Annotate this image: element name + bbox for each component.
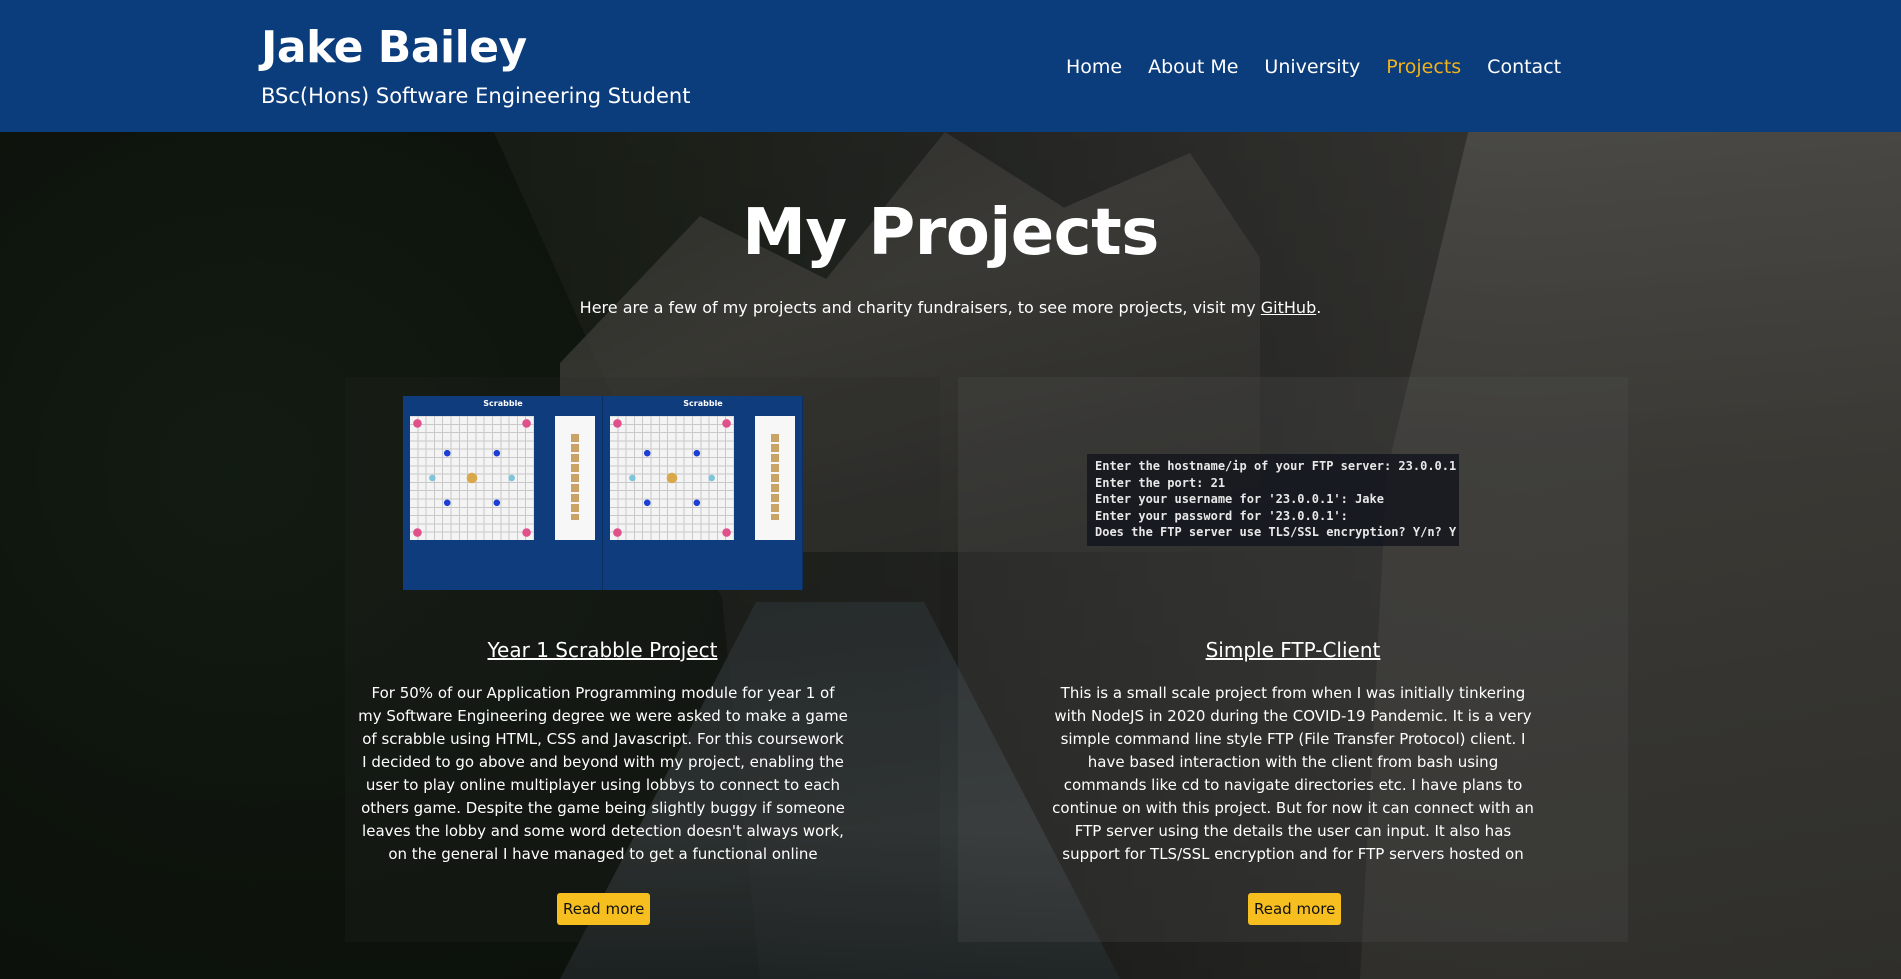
scrabble-screen-1: Scrabble — [403, 396, 603, 590]
nav-home[interactable]: Home — [1066, 56, 1122, 78]
terminal-line: Does the FTP server use TLS/SSL encrypti… — [1095, 525, 1457, 539]
project-title-ftp[interactable]: Simple FTP-Client — [1038, 638, 1548, 662]
nav-contact[interactable]: Contact — [1487, 56, 1561, 78]
scrabble-rack — [555, 416, 595, 540]
scrabble-screen-label: Scrabble — [483, 399, 523, 408]
project-description-scrabble: For 50% of our Application Programming m… — [358, 684, 848, 863]
scrabble-screen-label: Scrabble — [683, 399, 723, 408]
site-subtitle: BSc(Hons) Software Engineering Student — [261, 84, 691, 108]
terminal-line: Enter your username for '23.0.0.1': Jake — [1095, 492, 1384, 506]
terminal-line: Enter the hostname/ip of your FTP server… — [1095, 459, 1457, 473]
scrabble-board — [410, 416, 534, 540]
read-more-button-ftp[interactable]: Read more — [1248, 893, 1342, 925]
scrabble-board — [610, 416, 734, 540]
nav-university[interactable]: University — [1264, 56, 1360, 78]
project-description-ftp: This is a small scale project from when … — [1052, 684, 1534, 863]
scrabble-rack — [755, 416, 795, 540]
read-more-button-scrabble[interactable]: Read more — [557, 893, 651, 925]
intro-text-end: . — [1316, 298, 1322, 317]
nav-projects[interactable]: Projects — [1386, 56, 1461, 78]
intro-text: Here are a few of my projects and charit… — [0, 298, 1901, 317]
site-title: Jake Bailey — [261, 22, 527, 73]
terminal-line: Enter your password for '23.0.0.1': — [1095, 508, 1348, 523]
page-title: My Projects — [742, 196, 1159, 270]
project-title-scrabble[interactable]: Year 1 Scrabble Project — [345, 638, 860, 662]
nav-about-me[interactable]: About Me — [1148, 56, 1238, 78]
site-header: Jake Bailey BSc(Hons) Software Engineeri… — [0, 0, 1901, 132]
main-nav: Home About Me University Projects Contac… — [1066, 56, 1587, 78]
intro-text-start: Here are a few of my projects and charit… — [579, 298, 1261, 317]
github-link[interactable]: GitHub — [1261, 298, 1316, 317]
ftp-terminal-thumbnail[interactable]: Enter the hostname/ip of your FTP server… — [1087, 454, 1459, 546]
scrabble-thumbnail[interactable]: Scrabble Scrabble — [403, 396, 803, 590]
scrabble-screen-2: Scrabble — [603, 396, 803, 590]
terminal-line: Enter the port: 21 — [1095, 475, 1226, 490]
